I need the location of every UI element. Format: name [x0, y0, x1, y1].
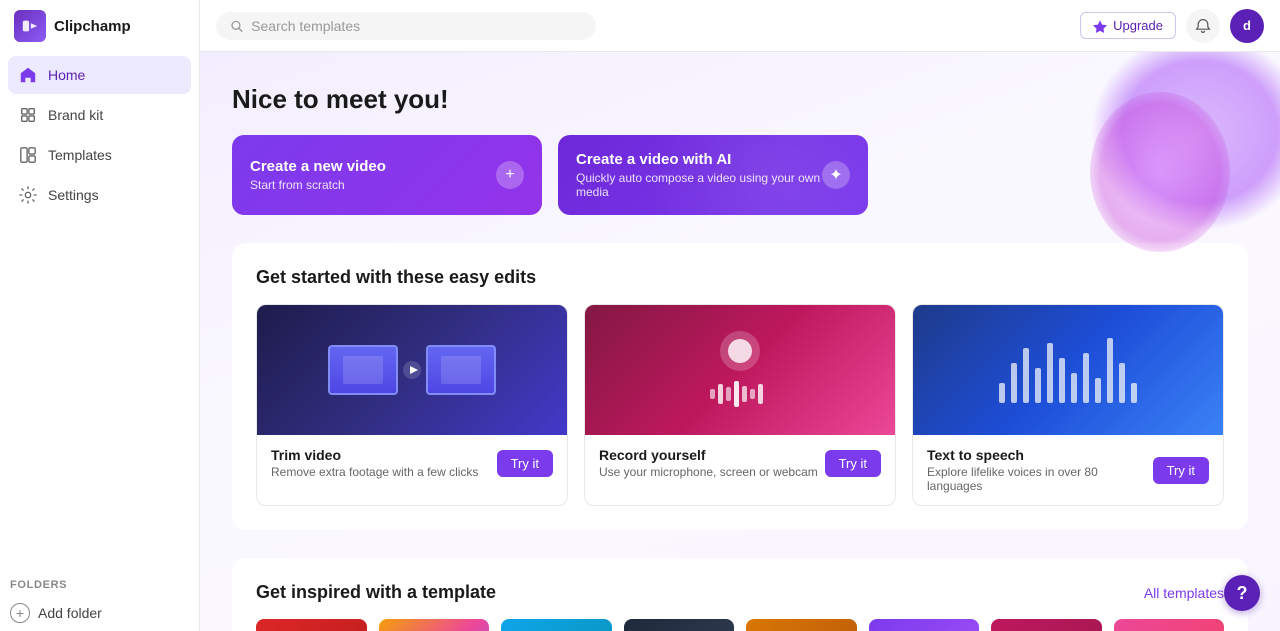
help-button[interactable]: ? — [1224, 575, 1260, 611]
sidebar-templates-label: Templates — [48, 147, 112, 163]
create-ai-title: Create a video with AI — [576, 151, 822, 168]
template-item-birthday[interactable]: Birthday — [1114, 619, 1225, 631]
celebrations-thumbnail — [991, 619, 1102, 631]
all-templates-link[interactable]: All templates — [1144, 585, 1224, 601]
trim-try-button[interactable]: Try it — [497, 450, 553, 477]
add-folder-button[interactable]: + Add folder — [0, 595, 199, 631]
search-input[interactable] — [251, 18, 582, 34]
template-item-intro[interactable]: CHANNEL NAME Intro & outro tem... — [501, 619, 612, 631]
sidebar: Clipchamp Home Brand kit — [0, 0, 200, 631]
search-bar[interactable] — [216, 12, 596, 40]
film-strip-2 — [426, 345, 496, 395]
easy-edits-section: Get started with these easy edits — [232, 243, 1248, 530]
play-icon — [402, 360, 422, 380]
upgrade-button[interactable]: Upgrade — [1080, 12, 1176, 39]
topbar-right: Upgrade d — [1080, 9, 1264, 43]
tts-edit-card: Text to speech Explore lifelike voices i… — [912, 304, 1224, 506]
template-item-gaming[interactable]: Gaming — [624, 619, 735, 631]
templates-section: Get inspired with a template All templat… — [232, 558, 1248, 631]
record-circle — [720, 331, 760, 371]
bell-icon — [1195, 18, 1211, 34]
template-item-youtube[interactable]: YouTube — [256, 619, 367, 631]
content-area: Nice to meet you! Create a new video Sta… — [200, 52, 1280, 631]
templates-header: Get inspired with a template All templat… — [256, 582, 1224, 603]
tts-thumbnail — [913, 305, 1223, 435]
template-item-corporate[interactable]: Corporate templa... — [746, 619, 857, 631]
main-panel: Upgrade d Nice to meet you! Create a new… — [200, 0, 1280, 631]
record-thumbnail — [585, 305, 895, 435]
action-cards-row: Create a new video Start from scratch + … — [232, 135, 1248, 215]
template-item-slideshows[interactable]: Slideshows — [869, 619, 980, 631]
app-logo: Clipchamp — [0, 0, 199, 52]
intro-thumbnail: CHANNEL NAME — [501, 619, 612, 631]
instagram-thumbnail — [379, 619, 490, 631]
page-greeting: Nice to meet you! — [232, 84, 1248, 115]
create-ai-icon: ✦ — [822, 161, 850, 189]
upgrade-icon — [1093, 19, 1107, 33]
logo-icon — [14, 10, 46, 42]
add-folder-label: Add folder — [38, 605, 102, 621]
record-try-button[interactable]: Try it — [825, 450, 881, 477]
create-ai-card[interactable]: Create a video with AI Quickly auto comp… — [558, 135, 868, 215]
create-ai-subtitle: Quickly auto compose a video using your … — [576, 171, 822, 199]
tts-title: Text to speech — [927, 447, 1153, 463]
templates-grid: YouTube Instagram CHA — [256, 619, 1224, 631]
user-avatar[interactable]: d — [1230, 9, 1264, 43]
waveform-icon — [710, 379, 770, 409]
record-title: Record yourself — [599, 447, 818, 463]
trim-thumbnail — [257, 305, 567, 435]
corporate-thumbnail — [746, 619, 857, 631]
tts-bars — [983, 338, 1153, 403]
sidebar-home-label: Home — [48, 67, 85, 83]
notification-button[interactable] — [1186, 9, 1220, 43]
film-strip-1 — [328, 345, 398, 395]
tts-desc: Explore lifelike voices in over 80 langu… — [927, 465, 1153, 493]
upgrade-label: Upgrade — [1113, 18, 1163, 33]
sidebar-settings-label: Settings — [48, 187, 99, 203]
add-icon: + — [10, 603, 30, 623]
brand-icon — [18, 105, 38, 125]
tts-try-button[interactable]: Try it — [1153, 457, 1209, 484]
youtube-thumbnail — [256, 619, 367, 631]
birthday-thumbnail — [1114, 619, 1225, 631]
templates-icon — [18, 145, 38, 165]
home-icon — [18, 65, 38, 85]
record-edit-card: Record yourself Use your microphone, scr… — [584, 304, 896, 506]
record-desc: Use your microphone, screen or webcam — [599, 465, 818, 479]
create-new-card[interactable]: Create a new video Start from scratch + — [232, 135, 542, 215]
trim-edit-card: Trim video Remove extra footage with a f… — [256, 304, 568, 506]
gaming-thumbnail — [624, 619, 735, 631]
folders-section-label: FOLDERS — [0, 567, 199, 595]
create-new-subtitle: Start from scratch — [250, 178, 386, 192]
sidebar-item-settings[interactable]: Settings — [8, 176, 191, 214]
app-name: Clipchamp — [54, 18, 131, 35]
trim-title: Trim video — [271, 447, 478, 463]
sidebar-nav: Home Brand kit Templates — [0, 52, 199, 567]
topbar: Upgrade d — [200, 0, 1280, 52]
search-icon — [230, 19, 243, 33]
template-item-instagram[interactable]: Instagram — [379, 619, 490, 631]
easy-edits-heading: Get started with these easy edits — [256, 267, 1224, 288]
trim-desc: Remove extra footage with a few clicks — [271, 465, 478, 479]
templates-heading: Get inspired with a template — [256, 582, 496, 603]
help-label: ? — [1237, 583, 1248, 604]
sidebar-item-brand-kit[interactable]: Brand kit — [8, 96, 191, 134]
easy-edits-grid: Trim video Remove extra footage with a f… — [256, 304, 1224, 506]
create-new-icon: + — [496, 161, 524, 189]
template-item-celebrations[interactable]: Celebrations — [991, 619, 1102, 631]
slideshows-thumbnail — [869, 619, 980, 631]
create-new-title: Create a new video — [250, 158, 386, 175]
settings-icon — [18, 185, 38, 205]
sidebar-item-home[interactable]: Home — [8, 56, 191, 94]
sidebar-brand-label: Brand kit — [48, 107, 103, 123]
sidebar-item-templates[interactable]: Templates — [8, 136, 191, 174]
